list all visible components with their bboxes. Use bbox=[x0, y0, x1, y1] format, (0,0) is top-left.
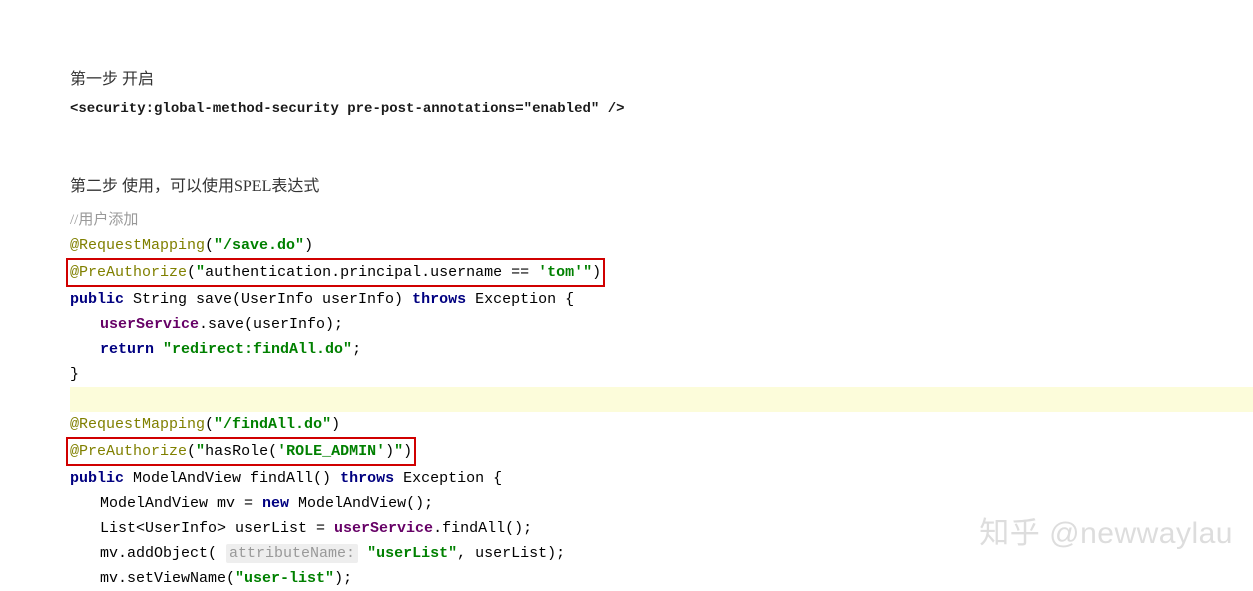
blank-highlighted-line bbox=[70, 387, 1253, 412]
step2-heading: 第二步 使用，可以使用SPEL表达式 bbox=[70, 172, 1253, 196]
save-method-sig: public String save(UserInfo userInfo) th… bbox=[70, 287, 1253, 312]
userlist-line: List<UserInfo> userList = userService.fi… bbox=[70, 516, 1253, 541]
preauthorize-findall: @PreAuthorize("hasRole('ROLE_ADMIN')") bbox=[66, 437, 416, 466]
request-mapping-save: @RequestMapping("/save.do") bbox=[70, 233, 1253, 258]
setviewname-line: mv.setViewName("user-list"); bbox=[70, 566, 1253, 591]
findall-method-sig: public ModelAndView findAll() throws Exc… bbox=[70, 466, 1253, 491]
save-userservice-call: userService.save(userInfo); bbox=[70, 312, 1253, 337]
step1-heading: 第一步 开启 bbox=[70, 65, 1253, 89]
step1-xml-config: <security:global-method-security pre-pos… bbox=[70, 101, 1253, 117]
code-block: //用户添加 @RequestMapping("/save.do") @PreA… bbox=[70, 208, 1253, 591]
param-hint-attrname: attributeName: bbox=[226, 544, 358, 563]
addobject-line: mv.addObject( attributeName: "userList",… bbox=[70, 541, 1253, 566]
code-comment: //用户添加 bbox=[70, 208, 1253, 233]
preauthorize-findall-boxed: @PreAuthorize("hasRole('ROLE_ADMIN')") bbox=[70, 437, 1253, 466]
request-mapping-findall: @RequestMapping("/findAll.do") bbox=[70, 412, 1253, 437]
mv-new-line: ModelAndView mv = new ModelAndView(); bbox=[70, 491, 1253, 516]
save-close-brace: } bbox=[70, 362, 1253, 387]
preauthorize-save-boxed: @PreAuthorize("authentication.principal.… bbox=[70, 258, 1253, 287]
save-return: return "redirect:findAll.do"; bbox=[70, 337, 1253, 362]
preauthorize-save: @PreAuthorize("authentication.principal.… bbox=[66, 258, 605, 287]
